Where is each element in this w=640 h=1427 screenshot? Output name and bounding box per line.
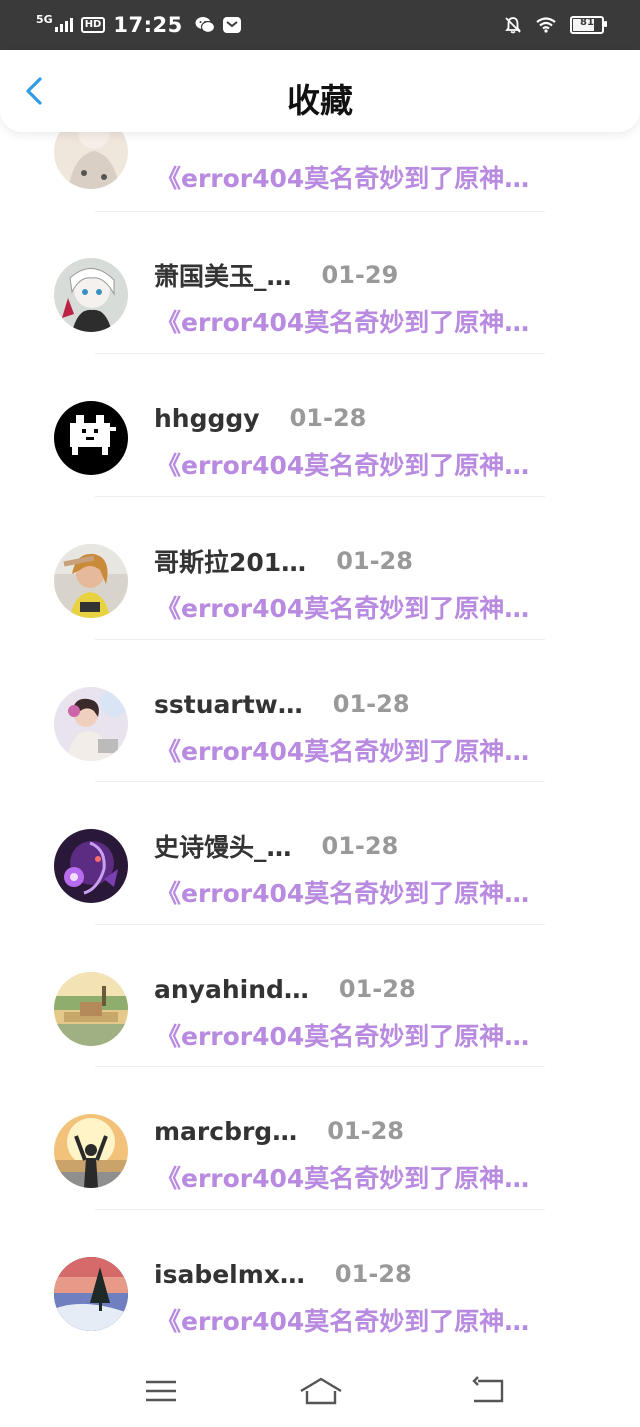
divider (95, 1209, 545, 1210)
favorites-screen: 5G HD 17:25 81 《error404莫名奇妙到了原神… 萧国美玉_…… (0, 0, 640, 1427)
divider (95, 1066, 545, 1067)
avatar[interactable] (54, 401, 128, 475)
name-row: hhgggy 01-28 (154, 401, 366, 435)
name-row: marcbrg… 01-28 (154, 1114, 404, 1148)
avatar[interactable] (54, 544, 128, 618)
user-name[interactable]: marcbrg… (154, 1117, 297, 1146)
user-name[interactable]: hhgggy (154, 404, 260, 433)
name-row: sstuartw… 01-28 (154, 687, 410, 721)
avatar[interactable] (54, 972, 128, 1046)
user-name[interactable]: anyahind… (154, 975, 309, 1004)
divider (95, 211, 545, 212)
name-row: 史诗馒头_… 01-28 (154, 829, 398, 863)
avatar[interactable] (54, 258, 128, 332)
divider (95, 353, 545, 354)
avatar[interactable] (54, 1114, 128, 1188)
system-nav-bar (0, 1355, 640, 1427)
favorite-date: 01-28 (321, 832, 399, 860)
favorite-date: 01-28 (336, 547, 413, 575)
page-title: 收藏 (287, 81, 353, 120)
favorite-date: 01-28 (289, 404, 367, 432)
favorite-title-link[interactable]: 《error404莫名奇妙到了原神… (156, 874, 529, 910)
favorite-item[interactable]: 《error404莫名奇妙到了原神… (0, 115, 640, 258)
favorite-title-link[interactable]: 《error404莫名奇妙到了原神… (156, 159, 529, 195)
favorite-title-link[interactable]: 《error404莫名奇妙到了原神… (156, 1302, 529, 1338)
favorite-date: 01-29 (321, 261, 399, 289)
divider (95, 639, 545, 640)
menu-icon[interactable] (139, 1373, 183, 1409)
favorite-item[interactable]: isabelmx… 01-28 《error404莫名奇妙到了原神… (0, 1257, 640, 1355)
avatar[interactable] (54, 1257, 128, 1331)
top-header: 收藏 (0, 50, 640, 132)
name-row: anyahind… 01-28 (154, 972, 416, 1006)
favorite-title-link[interactable]: 《error404莫名奇妙到了原神… (156, 589, 529, 625)
user-name[interactable]: isabelmx… (154, 1260, 305, 1289)
avatar[interactable] (54, 829, 128, 903)
favorite-item[interactable]: 哥斯拉201… 01-28 《error404莫名奇妙到了原神… (0, 544, 640, 687)
favorite-item[interactable]: 萧国美玉_… 01-29 《error404莫名奇妙到了原神… (0, 258, 640, 401)
back-icon[interactable] (466, 1373, 510, 1409)
favorite-item[interactable]: marcbrg… 01-28 《error404莫名奇妙到了原神… (0, 1114, 640, 1257)
favorite-date: 01-28 (327, 1117, 404, 1145)
favorite-title-link[interactable]: 《error404莫名奇妙到了原神… (156, 1159, 529, 1195)
favorite-date: 01-28 (338, 975, 416, 1003)
avatar[interactable] (54, 687, 128, 761)
favorites-list[interactable]: 《error404莫名奇妙到了原神… 萧国美玉_… 01-29 《error404莫名… (0, 0, 640, 1355)
home-icon[interactable] (297, 1373, 345, 1409)
user-name[interactable]: sstuartw… (154, 690, 303, 719)
favorite-item[interactable]: sstuartw… 01-28 《error404莫名奇妙到了原神… (0, 687, 640, 830)
favorite-item[interactable]: 史诗馒头_… 01-28 《error404莫名奇妙到了原神… (0, 829, 640, 972)
favorite-title-link[interactable]: 《error404莫名奇妙到了原神… (156, 1017, 529, 1053)
favorite-item[interactable]: hhgggy 01-28 《error404莫名奇妙到了原神… (0, 401, 640, 544)
favorite-date: 01-28 (332, 690, 410, 718)
user-name[interactable]: 哥斯拉201… (154, 543, 306, 579)
favorite-title-link[interactable]: 《error404莫名奇妙到了原神… (156, 303, 529, 339)
name-row: 哥斯拉201… 01-28 (154, 544, 413, 578)
user-name[interactable]: 史诗馒头_… (154, 828, 292, 864)
favorite-title-link[interactable]: 《error404莫名奇妙到了原神… (156, 446, 529, 482)
name-row: isabelmx… 01-28 (154, 1257, 412, 1291)
user-name[interactable]: 萧国美玉_… (154, 257, 292, 293)
favorite-date: 01-28 (334, 1260, 412, 1288)
favorite-item[interactable]: anyahind… 01-28 《error404莫名奇妙到了原神… (0, 972, 640, 1115)
divider (95, 781, 545, 782)
divider (95, 496, 545, 497)
name-row: 萧国美玉_… 01-29 (154, 258, 398, 292)
favorite-title-link[interactable]: 《error404莫名奇妙到了原神… (156, 732, 529, 768)
divider (95, 924, 545, 925)
